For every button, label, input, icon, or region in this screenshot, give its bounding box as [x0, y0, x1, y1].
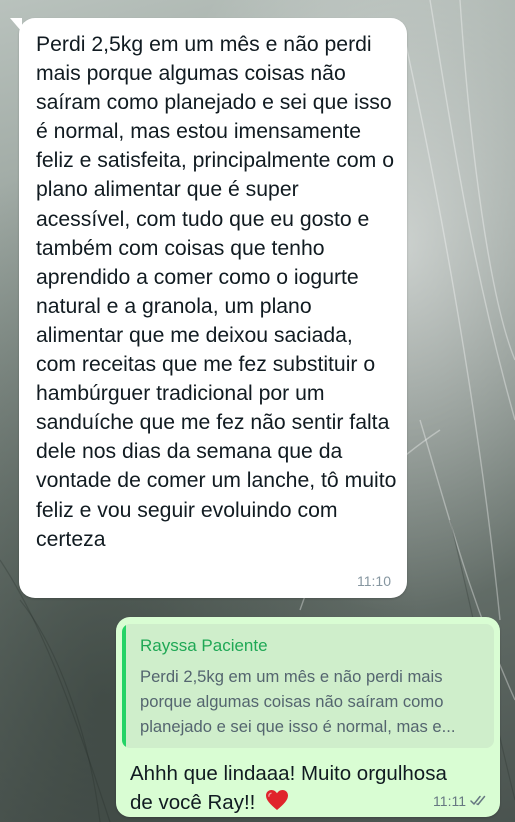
outgoing-message-meta: 11:11	[433, 793, 488, 809]
outgoing-message-bubble[interactable]: Rayssa Paciente Perdi 2,5kg em um mês e …	[116, 617, 500, 817]
outgoing-message-line: Ahhh que lindaaa! Muito orgulhosa de voc…	[130, 759, 460, 819]
bubble-tail	[10, 18, 22, 32]
quote-bar	[122, 624, 126, 748]
red-heart-icon	[265, 789, 289, 819]
incoming-message-text: Perdi 2,5kg em um mês e não perdi mais p…	[36, 33, 397, 551]
quoted-message[interactable]: Rayssa Paciente Perdi 2,5kg em um mês e …	[122, 624, 494, 748]
incoming-message-time: 11:10	[357, 573, 391, 589]
incoming-message-bubble[interactable]: Perdi 2,5kg em um mês e não perdi mais p…	[10, 18, 407, 598]
read-checks-icon	[470, 793, 488, 809]
quote-author: Rayssa Paciente	[140, 636, 268, 655]
quote-text: Perdi 2,5kg em um mês e não perdi mais p…	[140, 667, 456, 736]
outgoing-message-time: 11:11	[433, 793, 466, 809]
